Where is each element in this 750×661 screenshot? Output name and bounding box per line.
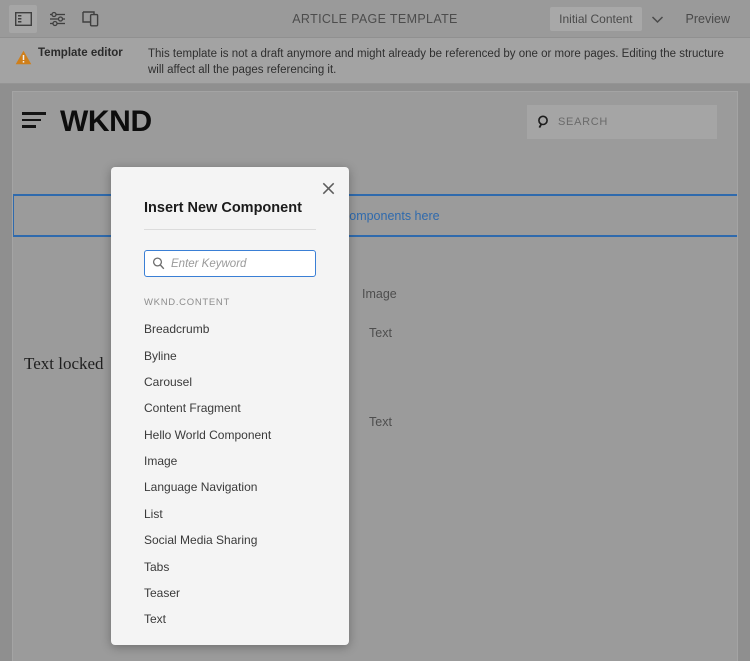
site-logo: WKND — [60, 105, 152, 138]
list-item[interactable]: Social Media Sharing — [111, 527, 349, 553]
list-item[interactable]: Tabs — [111, 553, 349, 579]
site-header: WKND SEARCH — [13, 92, 737, 162]
notice-message: This template is not a draft anymore and… — [148, 48, 724, 76]
toolbar-right-group: Initial Content Preview — [550, 0, 742, 38]
placeholder-image[interactable]: Image — [362, 287, 397, 301]
site-search-label: SEARCH — [558, 116, 609, 128]
list-item[interactable]: Text — [111, 606, 349, 632]
site-search-box[interactable]: SEARCH — [527, 105, 717, 139]
top-toolbar: ARTICLE PAGE TEMPLATE Initial Content Pr… — [0, 0, 750, 38]
sliders-icon — [49, 11, 66, 27]
list-item[interactable]: List — [111, 501, 349, 527]
chevron-down-icon — [651, 15, 664, 24]
search-icon — [537, 115, 551, 129]
search-icon — [152, 257, 165, 270]
close-button[interactable] — [315, 175, 341, 201]
hamburger-menu-icon[interactable] — [22, 112, 46, 130]
component-group-label: WKND.CONTENT — [144, 297, 230, 308]
list-item[interactable]: Teaser — [111, 580, 349, 606]
warning-triangle-icon — [8, 46, 38, 65]
toolbar-left-group — [0, 4, 105, 33]
template-editor-notice: Template editor This template is not a d… — [0, 38, 750, 84]
list-item[interactable]: Carousel — [111, 369, 349, 395]
component-list: Breadcrumb Byline Carousel Content Fragm… — [111, 316, 349, 633]
mode-selector-chip[interactable]: Initial Content — [550, 7, 642, 31]
mode-selector-dropdown-button[interactable] — [644, 5, 672, 33]
sidebar-panel-icon — [14, 11, 32, 26]
locked-text-component: Text locked — [24, 354, 104, 373]
close-icon — [322, 182, 335, 195]
notice-title: Template editor — [38, 47, 123, 59]
hamburger-line — [22, 125, 36, 128]
component-search-field[interactable] — [144, 250, 327, 277]
device-layers-icon — [82, 10, 100, 27]
dialog-title: Insert New Component — [144, 200, 302, 216]
list-item[interactable]: Image — [111, 448, 349, 474]
list-item[interactable]: Hello World Component — [111, 422, 349, 448]
sidebar-panel-toggle-button[interactable] — [9, 4, 37, 33]
list-item[interactable]: Content Fragment — [111, 395, 349, 421]
list-item[interactable]: Language Navigation — [111, 474, 349, 500]
list-item[interactable]: Breadcrumb — [111, 316, 349, 342]
placeholder-text-1[interactable]: Text — [369, 326, 392, 340]
hamburger-line — [22, 118, 41, 121]
search-input[interactable] — [171, 257, 327, 270]
page-properties-button[interactable] — [43, 5, 71, 33]
placeholder-text-2[interactable]: Text — [369, 415, 392, 429]
template-editor-app: ARTICLE PAGE TEMPLATE Initial Content Pr… — [0, 0, 750, 661]
emulator-button[interactable] — [77, 5, 105, 33]
hamburger-line — [22, 112, 46, 115]
insert-new-component-dialog: Insert New Component WKND.CONTENT Breadc… — [111, 167, 349, 645]
preview-button[interactable]: Preview — [674, 6, 742, 32]
dialog-divider — [144, 229, 316, 230]
list-item[interactable]: Byline — [111, 342, 349, 368]
